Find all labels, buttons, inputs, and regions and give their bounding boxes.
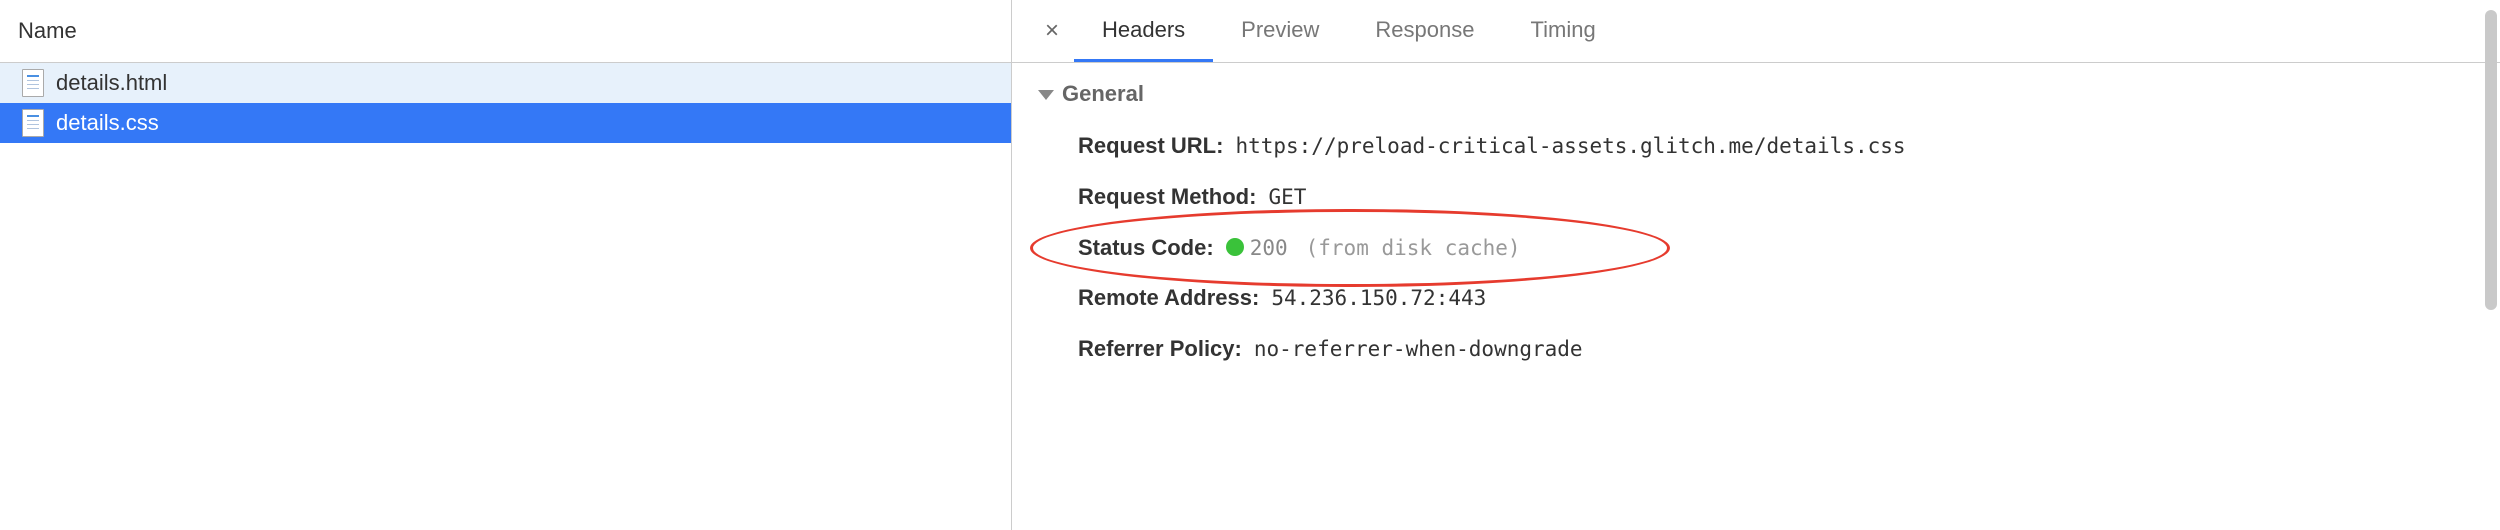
label-referrer-policy: Referrer Policy: [1078, 334, 1242, 365]
file-icon [22, 109, 44, 137]
row-referrer-policy: Referrer Policy: no-referrer-when-downgr… [1038, 324, 2474, 375]
file-list: details.html details.css [0, 63, 1011, 143]
label-remote-address: Remote Address: [1078, 283, 1259, 314]
tab-timing[interactable]: Timing [1502, 0, 1623, 62]
scrollbar-thumb[interactable] [2485, 10, 2497, 310]
request-details-panel: × Headers Preview Response Timing Genera… [1012, 0, 2500, 530]
value-remote-address: 54.236.150.72:443 [1271, 284, 1486, 313]
general-section-toggle[interactable]: General [1038, 81, 2474, 107]
close-icon[interactable]: × [1030, 0, 1074, 62]
value-request-method: GET [1268, 183, 1306, 212]
tabs-bar: × Headers Preview Response Timing [1012, 0, 2500, 63]
value-status-cache: (from disk cache) [1306, 236, 1521, 260]
tab-label: Timing [1530, 17, 1595, 43]
tab-headers[interactable]: Headers [1074, 0, 1213, 62]
row-request-method: Request Method: GET [1038, 172, 2474, 223]
network-file-list-panel: Name details.html details.css [0, 0, 1012, 530]
file-row-details-html[interactable]: details.html [0, 63, 1011, 103]
tab-label: Preview [1241, 17, 1319, 43]
chevron-down-icon [1038, 90, 1054, 100]
label-status-code: Status Code: [1078, 233, 1214, 264]
label-request-url: Request URL: [1078, 131, 1223, 162]
close-icon-glyph: × [1045, 17, 1059, 45]
status-value-group: 200 (from disk cache) [1226, 233, 1521, 264]
value-referrer-policy: no-referrer-when-downgrade [1254, 335, 1583, 364]
file-name-label: details.css [56, 110, 159, 136]
tab-label: Response [1375, 17, 1474, 43]
headers-content: General Request URL: https://preload-cri… [1012, 63, 2500, 530]
tab-response[interactable]: Response [1347, 0, 1502, 62]
row-status-code: Status Code: 200 (from disk cache) [1038, 223, 2474, 274]
row-remote-address: Remote Address: 54.236.150.72:443 [1038, 273, 2474, 324]
general-section-title: General [1062, 81, 1144, 107]
status-dot-icon [1226, 238, 1244, 256]
label-request-method: Request Method: [1078, 182, 1256, 213]
tab-preview[interactable]: Preview [1213, 0, 1347, 62]
file-name-label: details.html [56, 70, 167, 96]
tab-label: Headers [1102, 17, 1185, 43]
value-status-code: 200 [1250, 236, 1288, 260]
file-row-details-css[interactable]: details.css [0, 103, 1011, 143]
name-column-header[interactable]: Name [0, 0, 1011, 63]
name-column-header-label: Name [18, 18, 77, 44]
value-request-url: https://preload-critical-assets.glitch.m… [1235, 132, 1905, 161]
file-icon [22, 69, 44, 97]
row-request-url: Request URL: https://preload-critical-as… [1038, 121, 2474, 172]
